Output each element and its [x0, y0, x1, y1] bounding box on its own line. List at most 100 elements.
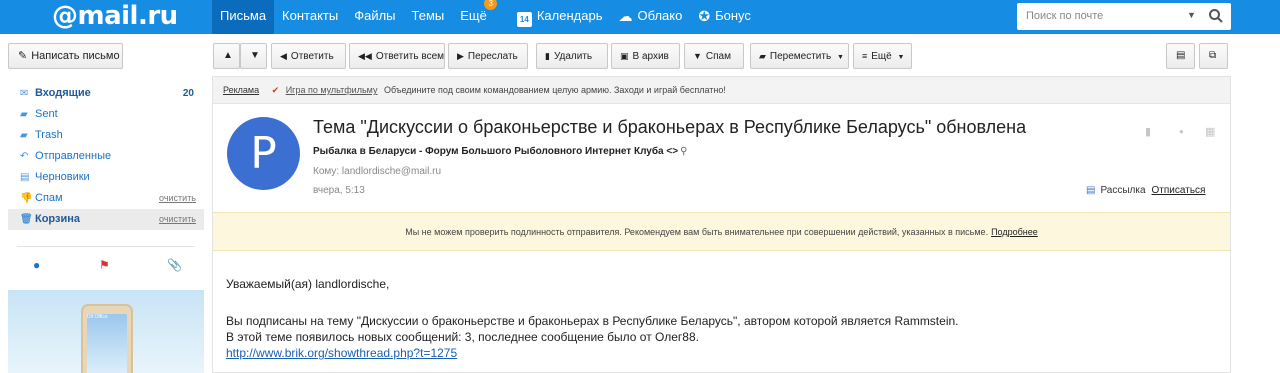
move-button[interactable]: ▰ Переместить ▼ [750, 43, 849, 69]
folder-icon: ▰ [20, 130, 28, 141]
archive-label: В архив [632, 51, 669, 62]
folder-inbox[interactable]: ✉ Входящие 20 [8, 83, 204, 104]
sender-search-icon[interactable]: ⚲ [680, 146, 687, 157]
delete-button[interactable]: ▮ Удалить [536, 43, 608, 69]
menu-icon: ≡ [862, 51, 868, 61]
phone-screen [87, 314, 127, 373]
print-button[interactable]: ▤ [1166, 43, 1195, 69]
folder-sent[interactable]: ↶ Отправленные [8, 146, 204, 167]
nav-letters[interactable]: Письма [212, 0, 275, 34]
more-actions-button[interactable]: ≡ Ещё ▼ [853, 43, 912, 69]
unread-count: 20 [182, 88, 194, 99]
nav-more[interactable]: Ещё 3 [452, 0, 498, 34]
spam-button[interactable]: ▼ Спам [684, 43, 744, 69]
open-in-new-window-button[interactable]: ⧉ [1199, 43, 1228, 69]
folder-icon: ▰ [759, 51, 766, 61]
nav-cloud[interactable]: ☁ Облако [610, 0, 690, 34]
up-arrow-icon: ▲ [223, 50, 233, 61]
folder-trash-custom[interactable]: ▰ Trash [8, 125, 204, 146]
spam-label: Спам [705, 51, 731, 62]
folder-label: Sent [35, 108, 58, 120]
unsubscribe-link[interactable]: Отписаться [1152, 185, 1206, 196]
down-arrow-icon: ▼ [250, 50, 260, 61]
game-ad-icon: ✔ [271, 85, 280, 95]
main-nav: Письма Контакты Файлы Темы Ещё 3 14 Кален… [212, 0, 759, 34]
search-icon[interactable] [1208, 8, 1224, 27]
message-body: Уважаемый(ая) landlordische, Вы подписан… [226, 276, 959, 361]
nav-bonus[interactable]: ✪ Бонус [690, 0, 759, 34]
flag-icon[interactable]: ▮ [1145, 125, 1151, 138]
search-options-chevron-icon[interactable]: ▼ [1187, 10, 1196, 20]
trash-icon: ▮ [545, 51, 550, 61]
spam-icon: ▼ [693, 51, 702, 61]
folder-spam[interactable]: 👎 Спам очистить [8, 188, 204, 209]
folder-label: Черновики [35, 171, 90, 183]
ad-text: Объедините под своим командованием целую… [383, 85, 726, 95]
print-icon: ▤ [1176, 50, 1186, 61]
nav-calendar-label: Календарь [536, 8, 603, 23]
attachment-filter-icon[interactable]: 📎 [167, 258, 182, 272]
body-line-1: Вы подписаны на тему "Дискуссии о бракон… [226, 314, 959, 328]
nav-more-badge: 3 [484, 0, 498, 10]
search-input[interactable]: Поиск по почте ▼ [1017, 3, 1231, 30]
forward-label: Переслать [467, 51, 518, 62]
compose-label: Написать письмо [31, 50, 120, 62]
read-status-dot-icon[interactable]: ● [1179, 127, 1184, 136]
nav-files[interactable]: Файлы [346, 0, 403, 34]
archive-button[interactable]: ▣ В архив [611, 43, 680, 69]
delete-label: Удалить [553, 51, 593, 62]
nav-contacts-label: Контакты [282, 8, 339, 23]
nav-bonus-label: Бонус [715, 8, 751, 23]
warning-more-link[interactable]: Подробнее [991, 227, 1038, 237]
body-line-2: В этой теме появилось новых сообщений: 3… [226, 330, 699, 344]
mail-ru-logo[interactable]: @mail.ru [52, 1, 178, 31]
reply-all-icon: ◀◀ [358, 51, 372, 61]
cloud-icon: ☁ [618, 8, 633, 24]
nav-themes[interactable]: Темы [404, 0, 453, 34]
sidebar-ad-banner[interactable]: Dif Office [8, 290, 204, 373]
nav-calendar[interactable]: 14 Календарь [509, 0, 611, 34]
more-chevron-down-icon: ▼ [897, 54, 905, 61]
newsletter-icon: ▤ [1086, 185, 1096, 196]
folder-label: Корзина [35, 213, 80, 225]
folder-trash[interactable]: 🗑 Корзина очистить [8, 209, 204, 230]
unread-filter-dot-icon[interactable]: ● [33, 258, 40, 272]
calendar-add-icon[interactable]: ▦ [1205, 125, 1215, 138]
clear-spam-link[interactable]: очистить [159, 188, 196, 209]
calendar-icon: 14 [516, 12, 532, 27]
spam-icon: 👎 [20, 193, 33, 204]
folder-list: ✉ Входящие 20 ▰ Sent ▰ Trash ↶ Отправленные … [8, 83, 204, 230]
reply-button[interactable]: ◀ Ответить [271, 43, 346, 69]
next-message-button[interactable]: ▼ [240, 43, 267, 69]
reply-label: Ответить [290, 51, 334, 62]
ad-label[interactable]: Реклама [223, 85, 259, 95]
avatar: P [227, 117, 300, 190]
reply-all-button[interactable]: ◀◀ Ответить всем [349, 43, 445, 69]
sidebar-divider [17, 246, 195, 247]
folder-label: Входящие [35, 87, 91, 99]
thread-link[interactable]: http://www.brik.org/showthread.php?t=127… [226, 346, 457, 360]
drafts-icon: ▤ [20, 172, 30, 183]
ad-link[interactable]: Игра по мультфильму [286, 85, 378, 95]
clear-trash-link[interactable]: очистить [159, 209, 196, 230]
message-recipient: Кому: landlordische@mail.ru [313, 166, 442, 177]
top-bar: @mail.ru Письма Контакты Файлы Темы Ещё … [0, 0, 1280, 34]
folder-drafts[interactable]: ▤ Черновики [8, 167, 204, 188]
prev-message-button[interactable]: ▲ [213, 43, 240, 69]
forward-button[interactable]: ▶ Переслать [448, 43, 528, 69]
folder-sent-custom[interactable]: ▰ Sent [8, 104, 204, 125]
compose-button[interactable]: ✎ Написать письмо [8, 43, 123, 69]
nav-themes-label: Темы [411, 8, 445, 23]
message-sender[interactable]: Рыбалка в Беларуси - Форум Большого Рыбо… [313, 146, 687, 157]
reply-all-label: Ответить всем [375, 51, 445, 62]
nav-files-label: Файлы [354, 8, 396, 23]
flag-filter-icon[interactable]: ⚑ [99, 258, 110, 272]
folder-label: Отправленные [35, 150, 112, 162]
inbox-icon: ✉ [20, 88, 29, 99]
pencil-icon: ✎ [18, 50, 28, 62]
newsletter-info: ▤ Рассылка Отписаться [1086, 185, 1205, 196]
body-greeting: Уважаемый(ая) landlordische, [226, 277, 390, 291]
more-actions-label: Ещё [871, 51, 892, 62]
nav-contacts[interactable]: Контакты [274, 0, 346, 34]
nav-cloud-label: Облако [637, 8, 683, 23]
